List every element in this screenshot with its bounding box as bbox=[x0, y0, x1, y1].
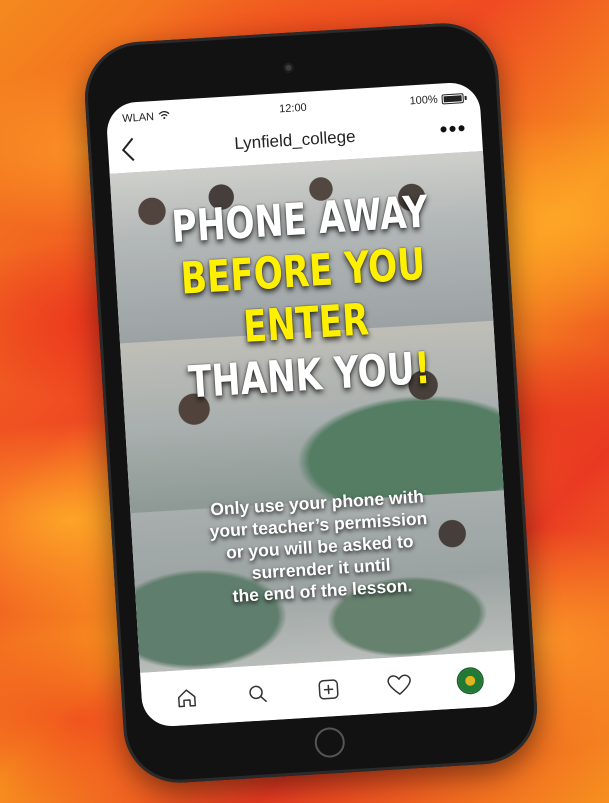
phone-screen: WLAN 12:00 100% Lynfield_college PHONE A… bbox=[105, 81, 517, 728]
wifi-icon bbox=[158, 110, 171, 123]
headline-exclamation: ! bbox=[413, 342, 432, 395]
profile-avatar bbox=[457, 667, 483, 694]
search-icon bbox=[249, 685, 268, 702]
nav-activity[interactable] bbox=[378, 663, 420, 705]
headline: PHONE AWAY BEFORE YOU ENTER THANK YOU! bbox=[153, 185, 457, 410]
back-button[interactable] bbox=[119, 136, 137, 168]
phone-frame: WLAN 12:00 100% Lynfield_college PHONE A… bbox=[81, 20, 541, 786]
nav-profile[interactable] bbox=[449, 659, 491, 701]
post-username[interactable]: Lynfield_college bbox=[234, 127, 356, 154]
status-right: 100% bbox=[409, 92, 464, 107]
battery-fill bbox=[443, 95, 462, 103]
nav-search[interactable] bbox=[237, 672, 279, 714]
more-options-button[interactable] bbox=[439, 112, 467, 140]
more-horizontal-icon bbox=[440, 125, 465, 133]
home-icon bbox=[178, 688, 197, 707]
front-camera bbox=[283, 62, 294, 74]
chevron-left-icon bbox=[121, 137, 135, 162]
add-post-icon bbox=[318, 678, 339, 700]
heart-icon bbox=[387, 674, 411, 695]
battery-icon bbox=[441, 93, 464, 105]
home-button[interactable] bbox=[313, 726, 346, 759]
nav-home[interactable] bbox=[166, 676, 208, 718]
nav-add-post[interactable] bbox=[307, 668, 349, 710]
carrier-label: WLAN bbox=[121, 111, 155, 125]
status-time: 12:00 bbox=[278, 101, 308, 116]
status-left: WLAN bbox=[122, 110, 170, 125]
post-image[interactable]: PHONE AWAY BEFORE YOU ENTER THANK YOU! O… bbox=[109, 151, 514, 673]
post-subtext: Only use your phone with your teacher’s … bbox=[140, 481, 500, 612]
battery-label: 100% bbox=[409, 93, 439, 108]
